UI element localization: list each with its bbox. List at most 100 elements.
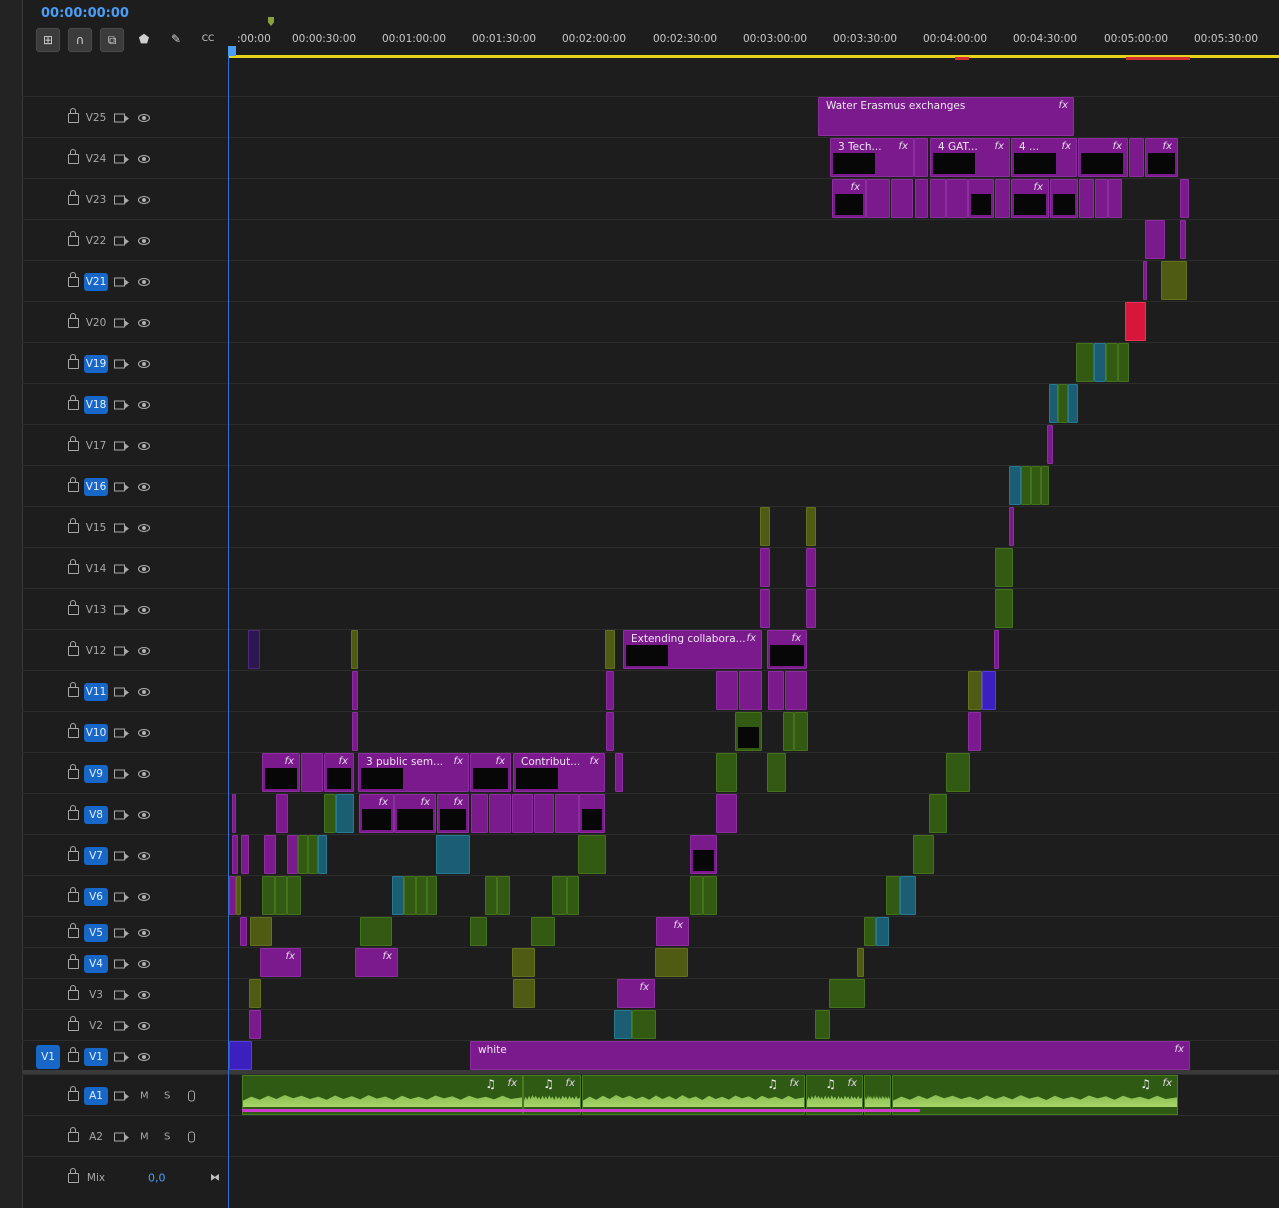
timeline-clip[interactable] <box>360 917 392 946</box>
solo-button[interactable]: S <box>164 1131 170 1142</box>
timeline-clip[interactable] <box>324 794 336 833</box>
track-target-toggle[interactable]: V3 <box>84 989 108 1001</box>
timeline-clip[interactable] <box>416 876 427 915</box>
sync-lock-icon[interactable] <box>114 1132 129 1141</box>
timeline-clip[interactable] <box>760 507 770 546</box>
sync-lock-icon[interactable] <box>114 359 129 368</box>
timeline-clip[interactable] <box>236 876 241 915</box>
lock-icon[interactable] <box>68 435 79 451</box>
timeline-clip[interactable] <box>578 835 606 874</box>
eye-icon[interactable] <box>138 851 150 860</box>
lock-icon[interactable] <box>68 922 79 938</box>
lock-icon[interactable] <box>68 640 79 656</box>
timeline-clip[interactable] <box>404 876 416 915</box>
timeline-clip[interactable] <box>1049 384 1058 423</box>
linked-selection-icon[interactable]: ⧉ <box>100 28 124 52</box>
timeline-clip[interactable] <box>929 794 947 833</box>
lock-icon[interactable] <box>68 394 79 410</box>
timeline-clip[interactable] <box>287 876 301 915</box>
timeline-clip[interactable] <box>318 835 327 874</box>
timeline-clip[interactable] <box>716 794 737 833</box>
track-target-toggle[interactable]: V20 <box>84 317 108 329</box>
sync-lock-icon[interactable] <box>114 400 129 409</box>
timeline-clip[interactable] <box>497 876 510 915</box>
track-target-toggle[interactable]: V14 <box>84 563 108 575</box>
lock-icon[interactable] <box>68 230 79 246</box>
lock-icon[interactable] <box>68 984 79 1000</box>
sync-lock-icon[interactable] <box>114 928 129 937</box>
timeline-clip[interactable] <box>886 876 900 915</box>
snap-icon[interactable]: ∩ <box>68 28 92 52</box>
sync-lock-icon[interactable] <box>114 810 129 819</box>
mix-bowtie-icon[interactable]: ⧓ <box>210 1173 220 1184</box>
timeline-clip[interactable]: fx <box>832 179 866 218</box>
timeline-clip[interactable] <box>655 948 688 977</box>
voiceover-mic-icon[interactable] <box>188 1090 195 1101</box>
timeline-clip[interactable] <box>264 835 276 874</box>
timeline-clip[interactable] <box>1095 179 1108 218</box>
timeline-clip[interactable] <box>968 179 994 218</box>
timeline-clip[interactable]: fx <box>260 948 301 977</box>
sync-lock-icon[interactable] <box>114 959 129 968</box>
eye-icon[interactable] <box>138 810 150 819</box>
track-target-toggle[interactable]: V10 <box>84 723 108 742</box>
timeline-clip[interactable] <box>1009 466 1021 505</box>
sync-lock-icon[interactable] <box>114 646 129 655</box>
time-ruler[interactable]: :00:00 00:00:30:00 00:01:00:00 00:01:30:00 0… <box>228 0 1279 60</box>
timeline-clip[interactable] <box>930 179 946 218</box>
eye-icon[interactable] <box>138 1052 150 1061</box>
sync-lock-icon[interactable] <box>114 1091 129 1100</box>
track-target-toggle[interactable]: V17 <box>84 440 108 452</box>
timeline-clip[interactable] <box>1145 220 1165 259</box>
eye-icon[interactable] <box>138 687 150 696</box>
sync-lock-icon[interactable] <box>114 236 129 245</box>
sync-lock-icon[interactable] <box>114 318 129 327</box>
timeline-clip[interactable] <box>1058 384 1068 423</box>
playhead-timecode[interactable]: 00:00:00:00 <box>41 6 129 21</box>
timeline-clip[interactable] <box>914 138 928 177</box>
eye-icon[interactable] <box>138 564 150 573</box>
timeline-clip[interactable] <box>275 876 287 915</box>
lock-icon[interactable] <box>68 804 79 820</box>
eye-icon[interactable] <box>138 195 150 204</box>
timeline-clip[interactable] <box>864 917 876 946</box>
timeline-clip[interactable] <box>512 948 535 977</box>
volume-keyframe-line[interactable] <box>242 1109 920 1112</box>
lock-icon[interactable] <box>68 845 79 861</box>
eye-icon[interactable] <box>138 605 150 614</box>
eye-icon[interactable] <box>138 523 150 532</box>
timeline-clip[interactable]: fx <box>324 753 354 792</box>
lock-icon[interactable] <box>68 353 79 369</box>
timeline-clip[interactable]: fx <box>1145 138 1178 177</box>
track-target-toggle[interactable]: V24 <box>84 153 108 165</box>
lock-icon[interactable] <box>68 1015 79 1031</box>
timeline-clip[interactable] <box>512 794 533 833</box>
timeline-clip[interactable] <box>229 1041 252 1070</box>
sync-lock-icon[interactable] <box>114 1021 129 1030</box>
timeline-clip[interactable] <box>716 753 737 792</box>
playhead-line[interactable] <box>228 56 229 1208</box>
track-target-toggle[interactable]: V6 <box>84 887 108 906</box>
timeline-clip[interactable] <box>1180 220 1186 259</box>
sync-lock-icon[interactable] <box>114 605 129 614</box>
eye-icon[interactable] <box>138 990 150 999</box>
timeline-clip[interactable]: Extending collabora... fx <box>623 630 762 669</box>
timeline-clip[interactable] <box>579 794 605 833</box>
timeline-clip[interactable]: fx <box>617 979 655 1008</box>
work-area-bar[interactable] <box>228 55 1279 58</box>
eye-icon[interactable] <box>138 318 150 327</box>
eye-icon[interactable] <box>138 359 150 368</box>
timeline-clip[interactable] <box>351 630 358 669</box>
track-target-toggle[interactable]: A1 <box>84 1086 108 1105</box>
track-target-toggle[interactable]: V5 <box>84 923 108 942</box>
lock-icon[interactable] <box>68 558 79 574</box>
timeline-clip[interactable] <box>249 1010 261 1039</box>
track-target-toggle[interactable]: V4 <box>84 954 108 973</box>
timeline-clip[interactable] <box>240 917 247 946</box>
mute-button[interactable]: M <box>140 1131 149 1142</box>
timeline-clip[interactable] <box>241 835 249 874</box>
timeline-clip[interactable] <box>829 979 865 1008</box>
eye-icon[interactable] <box>138 154 150 163</box>
timeline-clip[interactable] <box>995 589 1013 628</box>
timeline-clip[interactable]: white fx <box>470 1041 1190 1070</box>
